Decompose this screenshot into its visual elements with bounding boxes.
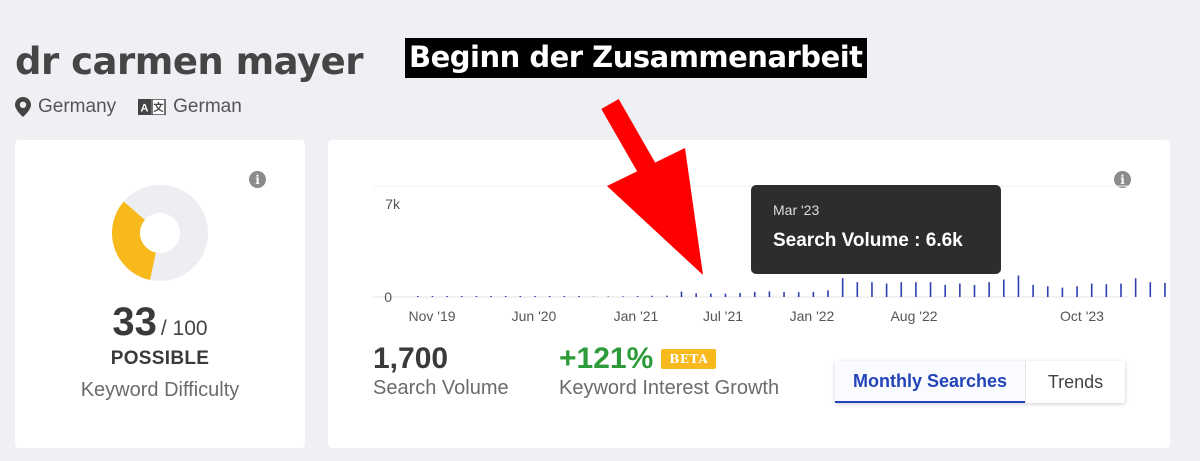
svg-text:文: 文: [154, 101, 165, 114]
chart-bar: [548, 296, 551, 297]
chart-bar: [1090, 283, 1093, 297]
location-pin-icon: [15, 97, 31, 117]
x-tick-label: Jan '21: [614, 308, 659, 324]
chart-bar: [519, 296, 522, 297]
chart-bar: [680, 291, 683, 297]
score-value: 33: [112, 300, 157, 344]
chart-bar: [446, 296, 448, 297]
chart-bar: [636, 296, 639, 297]
chart-bar: [973, 284, 976, 297]
chart-bar: [783, 291, 785, 297]
chart-bar: [1046, 286, 1049, 297]
chart-bar: [915, 282, 917, 297]
interest-growth-stat: +121% BETA Keyword Interest Growth: [559, 342, 779, 400]
chart-bar: [563, 296, 566, 297]
x-tick-label: Jun '20: [512, 308, 557, 324]
chart-bar: [1003, 279, 1005, 297]
language-info: A 文 German: [138, 96, 242, 118]
chart-bar: [710, 293, 712, 297]
chart-bar: [1149, 282, 1152, 297]
chart-bar: [651, 295, 653, 297]
chart-bar: [1061, 287, 1064, 297]
difficulty-gauge: [112, 185, 209, 281]
chart-bar: [797, 292, 800, 297]
difficulty-level: POSSIBLE: [110, 348, 210, 369]
difficulty-score: 33/ 100: [15, 300, 305, 345]
chart-view-tabs: Monthly Searches Trends: [835, 361, 1125, 403]
x-tick-label: Jul '21: [703, 308, 743, 324]
chart-bar: [753, 291, 756, 297]
chart-bar: [885, 283, 888, 297]
chart-bar: [1134, 278, 1137, 297]
page-title: dr carmen mayer: [15, 40, 363, 83]
country-label: Germany: [38, 96, 117, 117]
chart-bar: [475, 296, 478, 297]
chart-bar: [1120, 283, 1122, 297]
chart-bar: [1105, 284, 1108, 297]
chart-bar: [944, 284, 946, 297]
chart-bar: [1017, 275, 1020, 297]
chart-bar: [504, 296, 507, 297]
chart-bar: [534, 296, 536, 297]
chart-bar: [959, 283, 961, 297]
beta-badge: BETA: [661, 349, 717, 369]
svg-text:A: A: [141, 103, 149, 115]
chart-bar: [1032, 284, 1034, 297]
chart-bar: [900, 282, 903, 297]
chart-bar: [871, 282, 873, 297]
translate-icon: A 文: [138, 99, 166, 115]
chart-bar: [695, 293, 697, 297]
tooltip-value: Search Volume : 6.6k: [773, 230, 963, 251]
annotation-label: Beginn der Zusammenarbeit: [405, 38, 867, 78]
x-tick-label: Aug '22: [890, 308, 937, 324]
chart-bar: [768, 291, 771, 297]
chart-bar: [739, 292, 741, 297]
chart-bar: [607, 296, 610, 297]
chart-bar: [856, 282, 859, 297]
chart-bar: [841, 278, 844, 297]
y-tick-label: 0: [384, 289, 392, 305]
language-label: German: [173, 96, 242, 117]
tooltip-date: Mar '23: [773, 202, 820, 218]
tab-monthly-searches[interactable]: Monthly Searches: [835, 361, 1025, 403]
chart-bar: [666, 295, 668, 297]
chart-bar: [929, 282, 932, 297]
search-volume-value: 1,700: [373, 342, 449, 375]
chart-bar: [812, 291, 815, 297]
keyword-difficulty-card: i 33/ 100 POSSIBLE Keyword Difficulty: [15, 140, 305, 448]
chart-tooltip: Mar '23 Search Volume : 6.6k: [751, 185, 1001, 274]
chart-bar: [827, 290, 829, 297]
score-max: / 100: [160, 317, 208, 340]
search-volume-label: Search Volume: [373, 377, 509, 399]
search-volume-chart: 0 7k Nov '19 Jun '20 Jan '21 Jul '21 Jan '22 Au…: [373, 185, 1166, 324]
growth-value: +121%: [559, 342, 654, 375]
chart-bar: [1164, 282, 1166, 297]
search-volume-stat: 1,700 Search Volume: [373, 342, 509, 400]
tab-trends[interactable]: Trends: [1025, 361, 1125, 403]
chart-bar: [724, 293, 727, 297]
difficulty-label: Keyword Difficulty: [80, 379, 240, 401]
x-tick-label: Oct '23: [1060, 308, 1104, 324]
x-tick-label: Nov '19: [408, 308, 455, 324]
growth-label: Keyword Interest Growth: [559, 377, 780, 399]
chart-bar: [460, 296, 463, 297]
chart-bar: [622, 296, 624, 297]
chart-bar: [417, 296, 419, 297]
chart-bar: [490, 296, 492, 297]
x-tick-label: Jan '22: [790, 308, 835, 324]
country-info: Germany: [15, 96, 116, 118]
chart-bar: [431, 296, 434, 297]
chart-bar: [578, 296, 580, 297]
chart-bar: [1076, 286, 1078, 297]
chart-bar: [988, 282, 990, 297]
y-tick-label: 7k: [385, 196, 401, 212]
search-volume-card: i 0 7k Nov '19 Jun '20 Jan '21 Jul '21 Jan '22…: [328, 140, 1170, 448]
keyword-meta: Germany A 文 German: [15, 96, 264, 118]
